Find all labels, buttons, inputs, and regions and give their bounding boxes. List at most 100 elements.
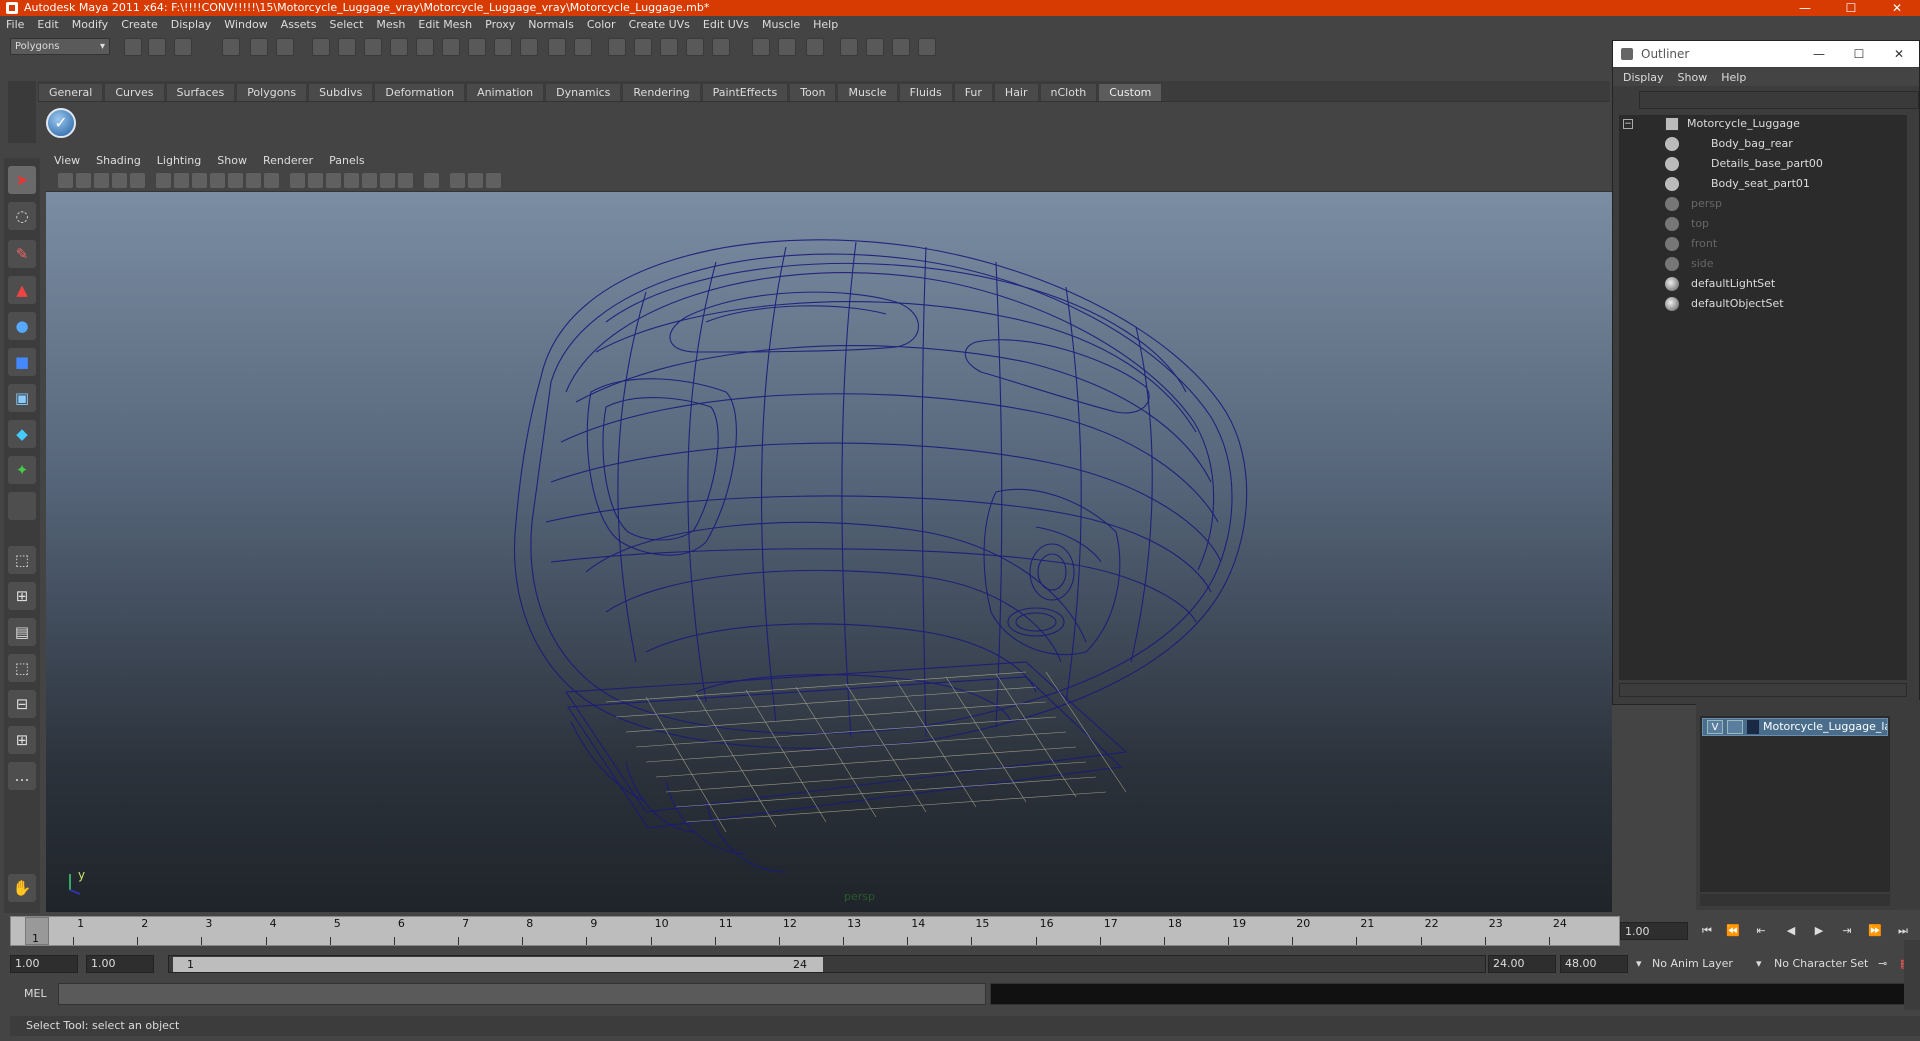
ipr-render-icon[interactable] — [892, 38, 910, 56]
layer-playback-toggle[interactable] — [1727, 720, 1743, 734]
step-back-frame-icon[interactable]: ⏪ — [1722, 924, 1744, 940]
outliner-item[interactable]: persp — [1665, 195, 1865, 213]
animation-start-field[interactable]: 1.00 — [10, 955, 78, 973]
new-scene-icon[interactable] — [124, 38, 142, 56]
layer-row[interactable]: V Motorcycle_Luggage_layer — [1702, 718, 1888, 736]
backface-culling-icon[interactable] — [486, 173, 501, 188]
smooth-shade-icon[interactable] — [308, 173, 323, 188]
menu-color[interactable]: Color — [587, 18, 616, 31]
panel-menu-renderer[interactable]: Renderer — [263, 154, 313, 167]
menu-modify[interactable]: Modify — [72, 18, 108, 31]
menu-proxy[interactable]: Proxy — [485, 18, 515, 31]
shelf-tab-curves[interactable]: Curves — [104, 83, 165, 101]
select-handles-icon[interactable] — [312, 38, 330, 56]
gate-mask-icon[interactable] — [210, 173, 225, 188]
snap-view-plane-icon[interactable] — [686, 38, 704, 56]
bookmark-icon[interactable] — [94, 173, 109, 188]
field-chart-icon[interactable] — [228, 173, 243, 188]
move-tool-icon[interactable]: ▲ — [8, 276, 36, 304]
make-live-icon[interactable] — [712, 38, 730, 56]
outliner-close-icon[interactable]: ✕ — [1879, 41, 1919, 67]
safe-title-icon[interactable] — [264, 173, 279, 188]
outliner-item[interactable]: defaultLightSet — [1665, 275, 1865, 293]
perspective-viewport[interactable]: y persp — [46, 192, 1612, 912]
menu-muscle[interactable]: Muscle — [762, 18, 800, 31]
select-object-icon[interactable] — [250, 38, 268, 56]
range-slider-handle[interactable]: 1 24 — [173, 957, 823, 972]
two-d-pan-zoom-icon[interactable] — [130, 173, 145, 188]
shadows-icon[interactable] — [380, 173, 395, 188]
step-back-key-icon[interactable]: ⇤ — [1750, 924, 1772, 940]
select-rendering-icon[interactable] — [468, 38, 486, 56]
menu-display[interactable]: Display — [171, 18, 212, 31]
resolution-gate-icon[interactable] — [192, 173, 207, 188]
menu-file[interactable]: File — [6, 18, 24, 31]
shelf-tab-toon[interactable]: Toon — [789, 83, 837, 101]
output-ops-icon[interactable] — [778, 38, 796, 56]
current-time-marker[interactable]: 1 — [25, 917, 49, 945]
hand-icon[interactable]: ✋ — [8, 874, 36, 902]
layout-more-icon[interactable]: … — [8, 762, 36, 790]
outliner-item[interactable]: defaultObjectSet — [1665, 295, 1865, 313]
shelf-tab-surfaces[interactable]: Surfaces — [165, 83, 236, 101]
outliner-filter-field[interactable] — [1639, 91, 1919, 109]
range-slider[interactable]: 1 24 — [168, 955, 1486, 973]
soft-modification-icon[interactable]: ◆ — [8, 420, 36, 448]
wireframe-icon[interactable] — [290, 173, 305, 188]
paint-select-tool-icon[interactable]: ✎ — [8, 240, 36, 268]
character-set-selector[interactable]: No Character Set — [1774, 955, 1894, 973]
shelf-tab-general[interactable]: General — [38, 83, 104, 101]
step-forward-frame-icon[interactable]: ⏩ — [1864, 924, 1886, 940]
outliner-item[interactable]: Body_bag_rear — [1665, 135, 1865, 153]
shelf-tab-dynamics[interactable]: Dynamics — [545, 83, 622, 101]
checkmark-icon[interactable]: ✓ — [46, 108, 76, 138]
save-scene-icon[interactable] — [174, 38, 192, 56]
layer-visibility-toggle[interactable]: V — [1707, 720, 1723, 734]
shelf-tab-deformation[interactable]: Deformation — [374, 83, 466, 101]
menu-edit-mesh[interactable]: Edit Mesh — [418, 18, 472, 31]
outliner-horizontal-scrollbar[interactable] — [1619, 683, 1907, 697]
playback-end-field[interactable]: 24.00 — [1488, 955, 1556, 973]
xray-joints-icon[interactable] — [468, 173, 483, 188]
image-plane-icon[interactable] — [112, 173, 127, 188]
shelf-tab-hair[interactable]: Hair — [993, 83, 1039, 101]
render-settings-icon[interactable] — [918, 38, 936, 56]
menu-create[interactable]: Create — [121, 18, 158, 31]
menu-window[interactable]: Window — [224, 18, 267, 31]
outliner-menu-show[interactable]: Show — [1678, 71, 1708, 84]
select-surfaces-icon[interactable] — [390, 38, 408, 56]
menu-help[interactable]: Help — [813, 18, 838, 31]
panel-menu-lighting[interactable]: Lighting — [157, 154, 201, 167]
film-gate-icon[interactable] — [174, 173, 189, 188]
outliner-title-bar[interactable]: Outliner — ☐ ✕ — [1613, 41, 1919, 67]
script-editor-icon[interactable] — [1904, 940, 1920, 1010]
shelf-tab-polygons[interactable]: Polygons — [236, 83, 308, 101]
panel-menu-view[interactable]: View — [54, 154, 80, 167]
playback-start-field[interactable]: 1.00 — [86, 955, 154, 973]
select-component-icon[interactable] — [276, 38, 294, 56]
snap-grid-icon[interactable] — [608, 38, 626, 56]
layout-hypershade-icon[interactable]: ⊟ — [8, 690, 36, 718]
outliner-item[interactable]: Body_seat_part01 — [1665, 175, 1865, 193]
safe-action-icon[interactable] — [246, 173, 261, 188]
select-tool-icon[interactable]: ➤ — [8, 166, 36, 194]
menu-mesh[interactable]: Mesh — [376, 18, 405, 31]
select-dynamics-icon[interactable] — [442, 38, 460, 56]
layout-outliner-persp-icon[interactable]: ▤ — [8, 618, 36, 646]
help-icon[interactable] — [520, 38, 538, 56]
outliner-menu-display[interactable]: Display — [1623, 71, 1664, 84]
char-set-dropdown-icon[interactable]: ▾ — [1756, 955, 1766, 973]
textured-icon[interactable] — [344, 173, 359, 188]
select-hierarchy-icon[interactable] — [222, 38, 240, 56]
panel-menu-shading[interactable]: Shading — [96, 154, 141, 167]
snap-curve-icon[interactable] — [634, 38, 652, 56]
shelf-tab-subdivs[interactable]: Subdivs — [308, 83, 374, 101]
shelf-tab-custom[interactable]: Custom — [1098, 83, 1163, 101]
current-frame-field[interactable]: 1.00 — [1620, 922, 1688, 940]
auto-key-icon[interactable]: ⊸ — [1878, 955, 1892, 973]
outliner-item[interactable]: side — [1665, 255, 1865, 273]
snap-point-icon[interactable] — [660, 38, 678, 56]
collapse-icon[interactable]: − — [1623, 119, 1633, 129]
highlight-selection-icon[interactable] — [574, 38, 592, 56]
outliner-item[interactable]: front — [1665, 235, 1865, 253]
